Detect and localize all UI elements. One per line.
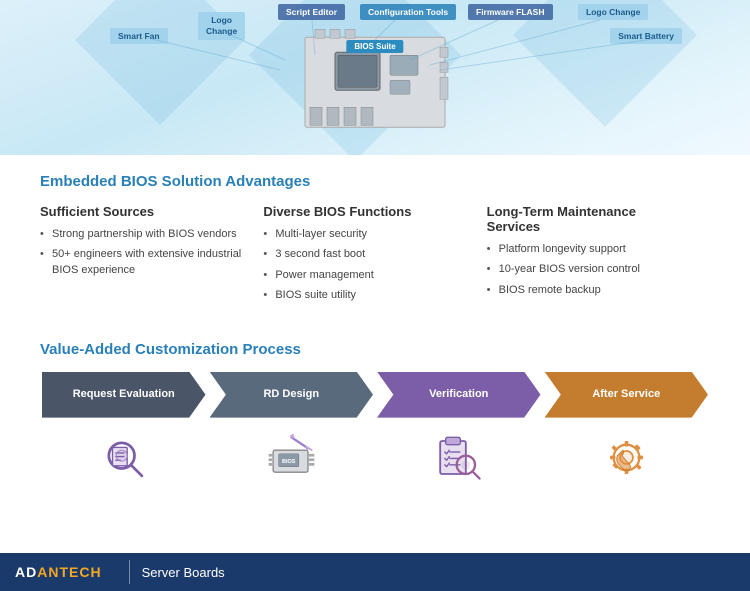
step-1-label: Request Evaluation xyxy=(65,388,183,401)
step-1-icon-area xyxy=(40,418,208,498)
step-3-label: Verification xyxy=(421,388,496,401)
col-long-term: Long-Term Maintenance Services Platform … xyxy=(487,204,710,309)
brand-logo: ADANTECH xyxy=(15,564,102,580)
footer: ADANTECH Server Boards xyxy=(0,553,750,591)
motherboard-illustration xyxy=(275,17,475,152)
col-2-list: Multi-layer security 3 second fast boot … xyxy=(263,227,466,304)
step-1-arrow: Request Evaluation xyxy=(40,372,208,418)
bios-suite-tag: BIOS Suite xyxy=(346,40,403,53)
step-3-shape: Verification xyxy=(377,372,541,418)
svg-text:BIOS: BIOS xyxy=(282,459,296,465)
list-item: Power management xyxy=(263,268,466,283)
step-4-shape: After Service xyxy=(545,372,709,418)
list-item: BIOS remote backup xyxy=(487,283,690,298)
step-after-service: After Service xyxy=(543,372,711,498)
footer-tagline: Server Boards xyxy=(142,565,225,580)
value-added-section: Value-Added Customization Process Reques… xyxy=(0,341,750,513)
step-4-label: After Service xyxy=(584,388,668,401)
step-rd-design: RD Design xyxy=(208,372,376,498)
advantages-grid: Sufficient Sources Strong partnership wi… xyxy=(40,204,710,309)
col-1-list: Strong partnership with BIOS vendors 50+… xyxy=(40,227,243,278)
page-wrapper: BIOS Suite Smart Fan LogoChange Script E… xyxy=(0,0,750,591)
embedded-bios-section: Embedded BIOS Solution Advantages Suffic… xyxy=(0,155,750,341)
list-item: Multi-layer security xyxy=(263,227,466,242)
step-request-evaluation: Request Evaluation xyxy=(40,372,208,498)
value-section-title: Value-Added Customization Process xyxy=(40,341,710,358)
step-4-icon-area xyxy=(543,418,711,498)
tag-smart-fan: Smart Fan xyxy=(110,28,168,44)
step-2-shape: RD Design xyxy=(210,372,374,418)
tag-logo-change-right: Logo Change xyxy=(578,4,648,20)
step-1-shape: Request Evaluation xyxy=(42,372,206,418)
step-2-arrow: RD Design xyxy=(208,372,376,418)
list-item: Strong partnership with BIOS vendors xyxy=(40,227,243,242)
list-item: 3 second fast boot xyxy=(263,247,466,262)
process-flow: Request Evaluation xyxy=(40,372,710,498)
step-3-arrow: Verification xyxy=(375,372,543,418)
col-3-list: Platform longevity support 10-year BIOS … xyxy=(487,242,690,298)
step-3-icon-area xyxy=(375,418,543,498)
col-sufficient-sources: Sufficient Sources Strong partnership wi… xyxy=(40,204,263,309)
step-2-icon-area: BIOS xyxy=(208,418,376,498)
brand-highlight: ANTECH xyxy=(37,564,101,580)
list-item: 50+ engineers with extensive industrial … xyxy=(40,247,243,278)
col-3-title: Long-Term Maintenance Services xyxy=(487,204,690,234)
list-item: Platform longevity support xyxy=(487,242,690,257)
embedded-section-title: Embedded BIOS Solution Advantages xyxy=(40,173,710,190)
step-4-arrow: After Service xyxy=(543,372,711,418)
tag-config-tools: Configuration Tools xyxy=(360,4,456,20)
step-2-label: RD Design xyxy=(255,388,327,401)
step-1-icon xyxy=(96,430,151,485)
list-item: BIOS suite utility xyxy=(263,288,466,303)
tag-firmware-flash: Firmware FLASH xyxy=(468,4,553,20)
top-diagram: BIOS Suite Smart Fan LogoChange Script E… xyxy=(0,0,750,155)
list-item: 10-year BIOS version control xyxy=(487,262,690,277)
step-3-icon xyxy=(431,430,486,485)
footer-divider xyxy=(129,560,130,584)
footer-logo: ADANTECH xyxy=(0,553,117,591)
col-1-title: Sufficient Sources xyxy=(40,204,243,219)
tag-script-editor: Script Editor xyxy=(278,4,345,20)
step-4-icon xyxy=(599,430,654,485)
col-2-title: Diverse BIOS Functions xyxy=(263,204,466,219)
tag-logo-change-left: LogoChange xyxy=(198,12,245,40)
col-diverse-bios: Diverse BIOS Functions Multi-layer secur… xyxy=(263,204,486,309)
step-2-icon: BIOS xyxy=(264,430,319,485)
step-verification: Verification xyxy=(375,372,543,498)
tag-smart-battery: Smart Battery xyxy=(610,28,682,44)
